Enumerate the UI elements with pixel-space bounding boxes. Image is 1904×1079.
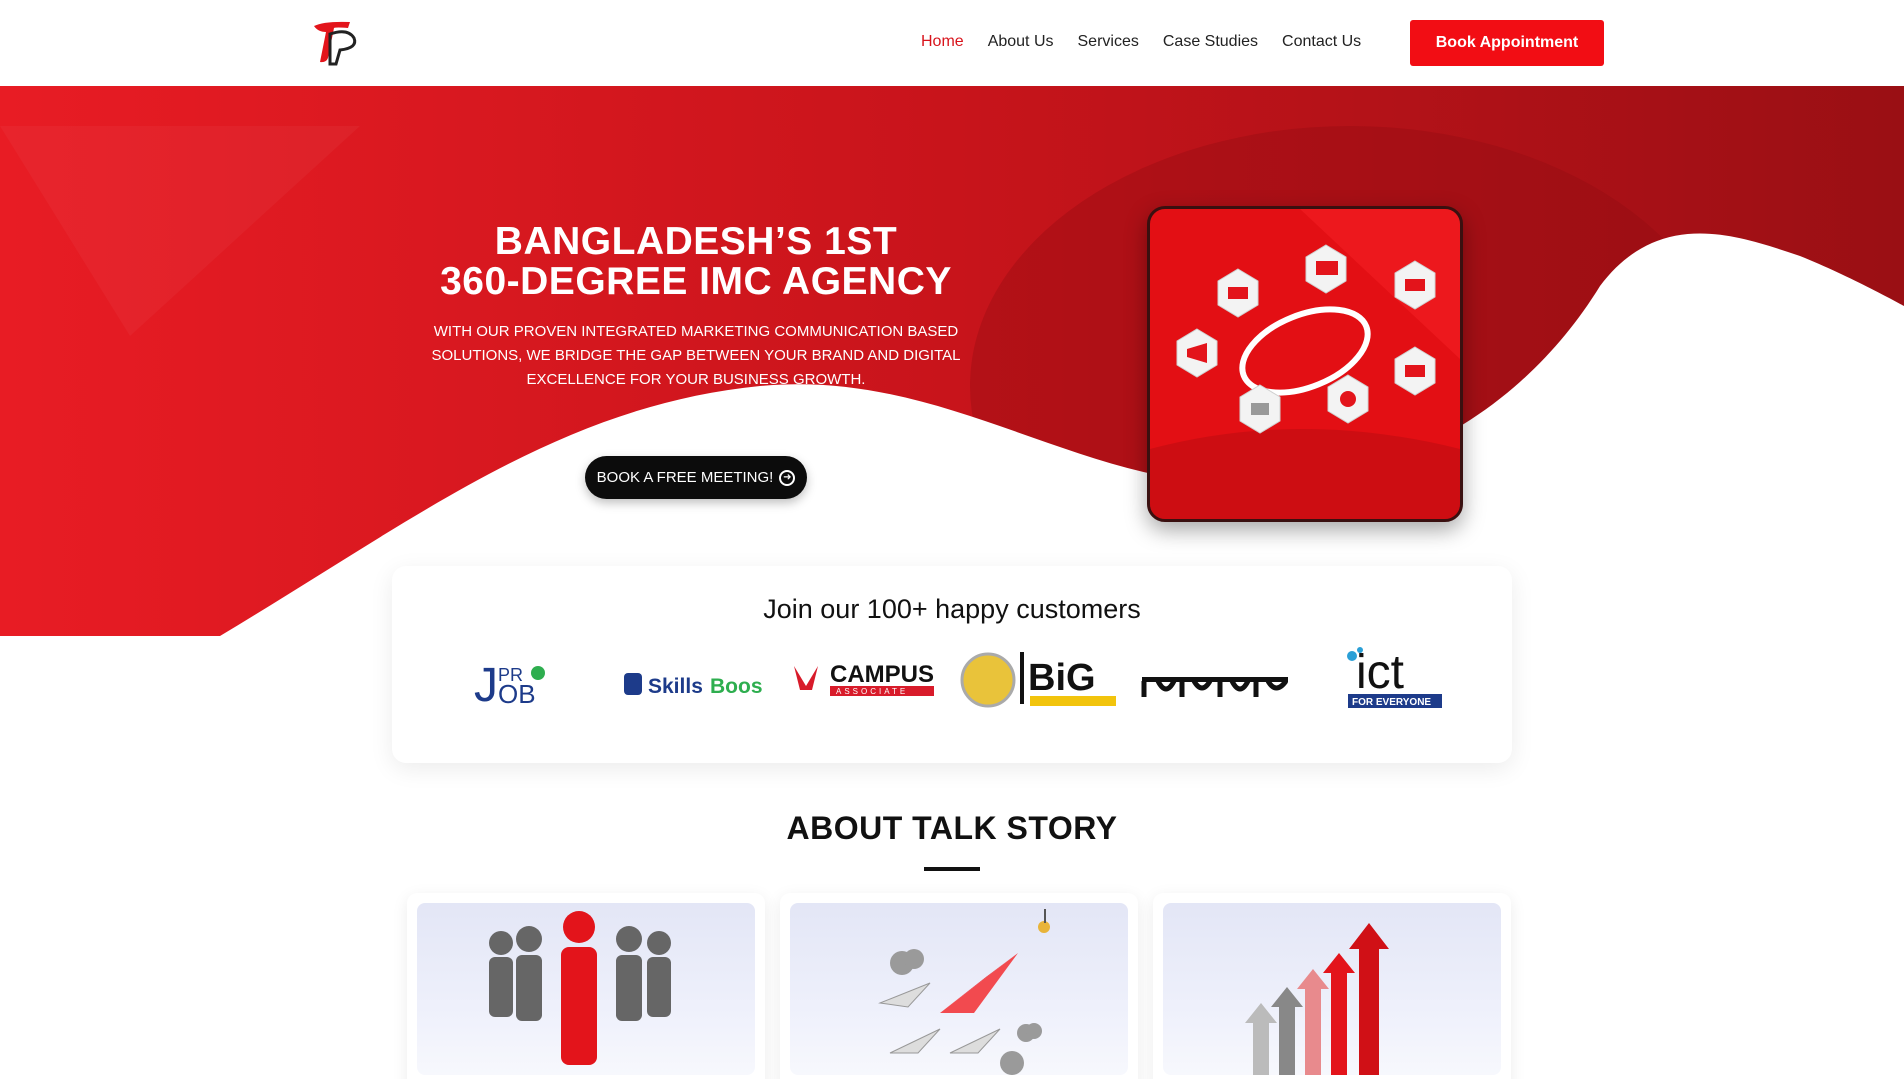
nav-home[interactable]: Home bbox=[921, 30, 964, 54]
svg-text:FOR EVERYONE: FOR EVERYONE bbox=[1352, 697, 1431, 708]
about-title: ABOUT TALK STORY bbox=[786, 810, 1118, 846]
about-title-underline bbox=[924, 867, 980, 871]
svg-text:ict: ict bbox=[1356, 646, 1404, 699]
customer-logos: J PR OB Skills Boost CAMPUS ASSOCIATE bbox=[392, 646, 1512, 728]
svg-text:J: J bbox=[474, 659, 498, 712]
hero-section: BANGLADESH’S 1ST 360-DEGREE IMC AGENCY W… bbox=[0, 86, 1904, 636]
nav-contact-us[interactable]: Contact Us bbox=[1282, 30, 1361, 54]
team-leader-illustration bbox=[417, 903, 755, 1075]
svg-text:ASSOCIATE: ASSOCIATE bbox=[836, 687, 908, 696]
hero-subtitle: WITH OUR PROVEN INTEGRATED MARKETING COM… bbox=[431, 323, 961, 388]
hero-title-line-2: 360-DEGREE IMC AGENCY bbox=[440, 260, 952, 303]
site-header: Home About Us Services Case Studies Cont… bbox=[0, 0, 1904, 86]
logo-kaliakoir-songbad bbox=[1136, 648, 1296, 718]
logo-ict-for-everyone: ict FOR EVERYONE bbox=[1342, 642, 1442, 712]
logo-big-bangla-news: BiG bbox=[960, 642, 1120, 712]
nav-services[interactable]: Services bbox=[1078, 30, 1139, 54]
nav-case-studies[interactable]: Case Studies bbox=[1163, 30, 1258, 54]
nav-about-us[interactable]: About Us bbox=[988, 30, 1054, 54]
hero-title-line-1: BANGLADESH’S 1ST bbox=[494, 220, 898, 263]
about-card-growth bbox=[780, 893, 1138, 1079]
book-appointment-button[interactable]: Book Appointment bbox=[1410, 20, 1604, 66]
talkstory-logo[interactable] bbox=[310, 18, 360, 66]
logo-job-pro: J PR OB bbox=[472, 648, 552, 718]
logo-campus-associate: CAMPUS ASSOCIATE bbox=[790, 646, 940, 716]
arrow-circle-icon: ➜ bbox=[779, 469, 796, 486]
svg-text:OB: OB bbox=[498, 679, 536, 709]
imc-services-illustration bbox=[1147, 206, 1463, 522]
logo-skills-boost: Skills Boost bbox=[622, 648, 762, 718]
svg-text:Boost: Boost bbox=[710, 675, 762, 698]
paper-plane-illustration bbox=[790, 903, 1128, 1075]
svg-text:BiG: BiG bbox=[1028, 657, 1096, 699]
svg-text:CAMPUS: CAMPUS bbox=[830, 661, 934, 688]
book-free-meeting-button[interactable]: BOOK A FREE MEETING! ➜ bbox=[585, 456, 807, 499]
customers-heading: Join our 100+ happy customers bbox=[763, 594, 1141, 624]
growth-arrows-illustration bbox=[1163, 903, 1501, 1075]
svg-text:Skills: Skills bbox=[648, 675, 703, 698]
about-card-leadership bbox=[407, 893, 765, 1079]
happy-customers-card: Join our 100+ happy customers J PR OB Sk… bbox=[392, 566, 1512, 763]
cta-label: BOOK A FREE MEETING! bbox=[596, 469, 774, 486]
hero-title: BANGLADESH’S 1ST 360-DEGREE IMC AGENCY bbox=[420, 222, 972, 302]
main-nav: Home About Us Services Case Studies Cont… bbox=[921, 30, 1361, 54]
about-card-results bbox=[1153, 893, 1511, 1079]
